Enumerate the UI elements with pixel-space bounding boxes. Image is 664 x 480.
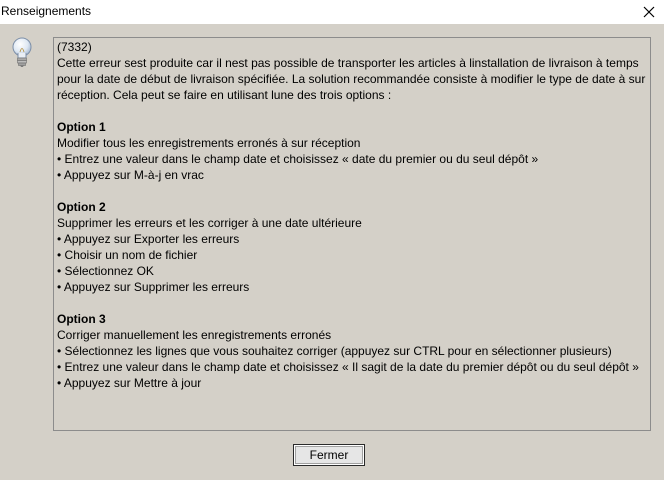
option-3-line: • Entrez une valeur dans le champ date e… — [57, 360, 639, 374]
option-2-line: • Choisir un nom de fichier — [57, 248, 198, 262]
option-1-line: • Entrez une valeur dans le champ date e… — [57, 152, 539, 166]
option-3-line: • Appuyez sur Mettre à jour — [57, 376, 202, 390]
option-2-line: • Appuyez sur Exporter les erreurs — [57, 232, 240, 246]
intro-line: Cette erreur sest produite car il nest p… — [57, 56, 639, 70]
option-2-line: • Sélectionnez OK — [57, 264, 154, 278]
option-1-line: • Appuyez sur M-à-j en vrac — [57, 168, 204, 182]
option-3-line: Corriger manuellement les enregistrement… — [57, 328, 332, 342]
option-2-line: • Appuyez sur Supprimer les erreurs — [57, 280, 250, 294]
title-bar: Renseignements — [0, 0, 664, 24]
scroll-area — [651, 37, 661, 431]
option-3-title: Option 3 — [57, 312, 106, 326]
option-3-line: • Sélectionnez les lignes que vous souha… — [57, 344, 612, 358]
close-button[interactable]: Fermer — [293, 444, 365, 466]
option-1-line: Modifier tous les enregistrements erroné… — [57, 136, 361, 150]
lightbulb-icon — [8, 36, 36, 68]
error-code: (7332) — [57, 40, 92, 54]
option-2-line: Supprimer les erreurs et les corriger à … — [57, 216, 362, 230]
option-2-title: Option 2 — [57, 200, 106, 214]
window-title: Renseignements — [1, 4, 92, 18]
intro-line: réception. Cela peut se faire en utilisa… — [57, 88, 392, 102]
option-1-title: Option 1 — [57, 120, 106, 134]
intro-line: pour la date de début de livraison spéci… — [57, 72, 646, 86]
close-icon[interactable] — [634, 0, 664, 24]
message-area: (7332) Cette erreur sest produite car il… — [53, 37, 651, 431]
